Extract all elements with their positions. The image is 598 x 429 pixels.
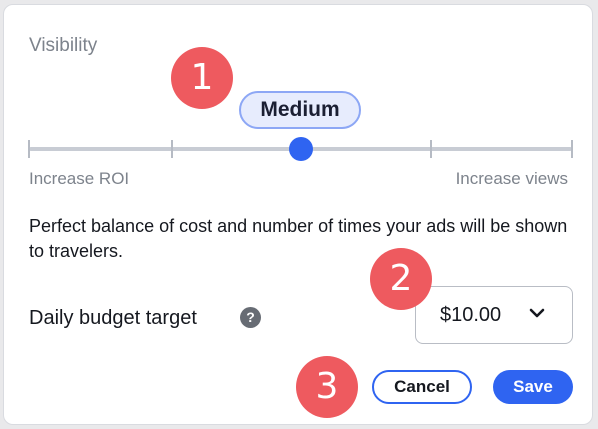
visibility-level-badge: Medium bbox=[239, 91, 361, 129]
daily-budget-value: $10.00 bbox=[440, 304, 502, 326]
daily-budget-label: Daily budget target bbox=[29, 307, 197, 329]
slider-tick bbox=[430, 140, 432, 158]
daily-budget-select[interactable]: $10.00 bbox=[415, 286, 573, 344]
visibility-slider-thumb[interactable] bbox=[289, 137, 313, 161]
callout-marker-3: 3 bbox=[296, 356, 358, 418]
visibility-description: Perfect balance of cost and number of ti… bbox=[29, 216, 568, 261]
help-icon[interactable]: ? bbox=[240, 307, 261, 328]
cancel-button[interactable]: Cancel bbox=[372, 370, 472, 404]
callout-marker-2: 2 bbox=[370, 248, 432, 310]
slider-max-label: Increase views bbox=[455, 169, 568, 188]
chevron-down-icon bbox=[529, 308, 545, 318]
slider-tick bbox=[171, 140, 173, 158]
slider-tick bbox=[28, 140, 30, 158]
visibility-settings-card: Visibility Medium Increase ROI Increase … bbox=[3, 4, 593, 425]
slider-min-label: Increase ROI bbox=[29, 169, 130, 188]
save-button[interactable]: Save bbox=[493, 370, 573, 404]
callout-marker-1: 1 bbox=[171, 47, 233, 109]
slider-tick bbox=[571, 140, 573, 158]
section-title: Visibility bbox=[29, 35, 98, 56]
